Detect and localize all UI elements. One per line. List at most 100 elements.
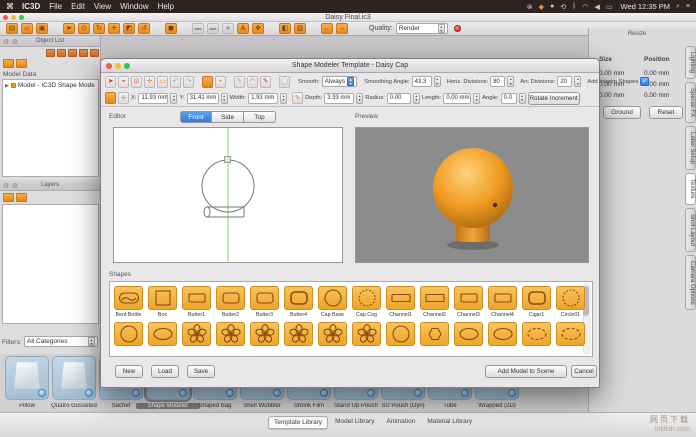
gear-icon[interactable]: ⚙ bbox=[12, 181, 18, 192]
zoom-tool-icon[interactable]: ⊙ bbox=[131, 76, 142, 88]
preview-canvas[interactable] bbox=[355, 127, 589, 263]
align-icon[interactable]: ▬ bbox=[192, 23, 204, 34]
tree-item-model[interactable]: ▶ Model - IC3D Shape Mode bbox=[3, 80, 98, 91]
template-thumb-quatro-gusseted[interactable] bbox=[52, 356, 96, 400]
hand-tool-icon[interactable]: ✥ bbox=[252, 23, 264, 34]
cancel-button[interactable]: Cancel bbox=[571, 365, 597, 378]
menu-view[interactable]: View bbox=[94, 2, 111, 11]
quality-dropdown[interactable]: Render ▴▾ bbox=[396, 23, 448, 34]
info-badge-icon[interactable] bbox=[414, 389, 422, 397]
side-tab-texture[interactable]: Texture bbox=[685, 173, 696, 205]
folder-icon[interactable] bbox=[16, 59, 27, 68]
info-badge-icon[interactable] bbox=[367, 389, 375, 397]
info-badge-icon[interactable] bbox=[320, 389, 328, 397]
new-document-icon[interactable]: ▤ bbox=[6, 23, 18, 34]
length-stepper[interactable]: ▴▾ bbox=[473, 93, 480, 104]
side-tab-lighting[interactable]: Lighting bbox=[685, 46, 696, 79]
select-cursor-icon[interactable]: ➤ bbox=[63, 23, 75, 34]
color-swatch-icon[interactable] bbox=[105, 92, 116, 104]
apple-menu-icon[interactable]: ⌘ bbox=[6, 2, 14, 11]
depth-stepper[interactable]: ▴▾ bbox=[356, 93, 363, 104]
angle-field[interactable]: 0.0 bbox=[501, 93, 517, 104]
node-tool-icon[interactable]: ✛ bbox=[144, 76, 155, 88]
library-icon[interactable]: ▥ bbox=[294, 23, 306, 34]
smoothing-angle-field[interactable]: 43.3 bbox=[412, 76, 432, 87]
arc-divisions-field[interactable]: 20 bbox=[557, 76, 572, 87]
layers-list[interactable] bbox=[2, 204, 99, 324]
template-thumb-pillow[interactable] bbox=[5, 356, 49, 400]
y-field[interactable]: 31.41 mm bbox=[187, 93, 219, 104]
shape-tile-butter4[interactable] bbox=[284, 286, 313, 310]
load-button[interactable]: Load bbox=[151, 365, 179, 378]
tab-template-library[interactable]: Template Library bbox=[268, 416, 328, 429]
add-model-to-scene-button[interactable]: Add Model to Scene bbox=[485, 365, 567, 378]
smooth-stepper[interactable]: ▴▾ bbox=[347, 77, 354, 86]
horiz-divisions-stepper[interactable]: ▴▾ bbox=[507, 76, 514, 87]
undo-icon[interactable]: ↶ bbox=[170, 76, 181, 88]
shape-tile-channel1[interactable] bbox=[386, 286, 415, 310]
ellipse-tool-icon[interactable]: ◯ bbox=[279, 76, 290, 88]
menu-list-icon[interactable]: ≡ bbox=[686, 3, 690, 10]
save-button[interactable]: Save bbox=[187, 365, 215, 378]
info-badge-icon[interactable] bbox=[273, 389, 281, 397]
shape-tile-channel4[interactable] bbox=[488, 286, 517, 310]
redo-icon[interactable]: → bbox=[336, 23, 348, 34]
x-stepper[interactable]: ▴▾ bbox=[170, 93, 177, 104]
bluetooth-icon[interactable]: ᛒ bbox=[572, 3, 576, 10]
shape-tile[interactable] bbox=[556, 322, 585, 346]
edit-pencil-icon[interactable]: ✎ bbox=[292, 92, 303, 104]
editor-canvas[interactable] bbox=[113, 127, 343, 263]
smoothing-angle-stepper[interactable]: ▴▾ bbox=[434, 76, 441, 87]
width-stepper[interactable]: ▴▾ bbox=[280, 93, 287, 104]
info-badge-icon[interactable] bbox=[132, 389, 140, 397]
refresh-icon[interactable]: ↺ bbox=[138, 23, 150, 34]
object-tool-icon[interactable] bbox=[68, 49, 77, 57]
object-tool-icon[interactable] bbox=[46, 49, 55, 57]
ground-button[interactable]: Ground bbox=[603, 106, 641, 119]
wifi-icon[interactable]: ◠ bbox=[582, 3, 588, 11]
width-field[interactable]: 1.93 mm bbox=[248, 93, 278, 104]
tab-animation[interactable]: Animation bbox=[381, 416, 420, 429]
info-badge-icon[interactable] bbox=[38, 389, 46, 397]
object-tree[interactable]: ▶ Model - IC3D Shape Mode bbox=[2, 79, 99, 177]
filters-stepper[interactable]: ▴▾ bbox=[88, 337, 95, 346]
add-folder-icon[interactable] bbox=[3, 59, 14, 68]
menu-file[interactable]: File bbox=[49, 2, 62, 11]
arc-divisions-stepper[interactable]: ▴▾ bbox=[574, 76, 581, 87]
horiz-divisions-field[interactable]: 80 bbox=[490, 76, 505, 87]
tab-material-library[interactable]: Material Library bbox=[422, 416, 477, 429]
shape-tile-circle01[interactable] bbox=[556, 286, 585, 310]
move-icon[interactable]: ✛ bbox=[108, 23, 120, 34]
shape-tile[interactable] bbox=[250, 322, 279, 346]
angle-stepper[interactable]: ▴▾ bbox=[519, 93, 526, 104]
info-badge-icon[interactable] bbox=[226, 389, 234, 397]
undo-icon[interactable]: ← bbox=[321, 23, 333, 34]
redo-icon[interactable]: ↷ bbox=[183, 76, 194, 88]
reset-button[interactable]: Reset bbox=[649, 106, 683, 119]
menu-help[interactable]: Help bbox=[158, 2, 174, 11]
record-button[interactable] bbox=[454, 25, 461, 32]
quality-stepper[interactable]: ▴▾ bbox=[438, 24, 445, 33]
pen-tool-icon[interactable]: ✎ bbox=[260, 76, 271, 88]
spotlight-icon[interactable]: ⌕ bbox=[676, 3, 680, 11]
object-tool-icon[interactable] bbox=[57, 49, 66, 57]
info-badge-icon[interactable] bbox=[508, 389, 516, 397]
marquee-tool-icon[interactable]: ▭ bbox=[157, 76, 168, 88]
gear-icon[interactable]: ⚙ bbox=[12, 37, 18, 48]
view-tab-side[interactable]: Side bbox=[212, 111, 244, 123]
shape-tile[interactable] bbox=[386, 322, 415, 346]
shape-tile-butter2[interactable] bbox=[216, 286, 245, 310]
tab-model-library[interactable]: Model Library bbox=[330, 416, 379, 429]
new-button[interactable]: New bbox=[115, 365, 143, 378]
effects-icon[interactable]: ★ bbox=[222, 23, 234, 34]
shape-tile-cap-cog[interactable] bbox=[352, 286, 381, 310]
radius-field[interactable]: 0.00 bbox=[387, 93, 411, 104]
side-tab-camera-options[interactable]: Camera Options bbox=[685, 255, 696, 311]
gear-icon[interactable]: ⚙ bbox=[3, 181, 9, 192]
shape-tile[interactable] bbox=[488, 322, 517, 346]
y-stepper[interactable]: ▴▾ bbox=[221, 93, 228, 104]
arc-tool-icon[interactable]: ◠ bbox=[247, 76, 258, 88]
shape-tile-box[interactable] bbox=[148, 286, 177, 310]
shape-tile-channel3[interactable] bbox=[454, 286, 483, 310]
app-status-icon[interactable]: ◆ bbox=[539, 3, 544, 11]
